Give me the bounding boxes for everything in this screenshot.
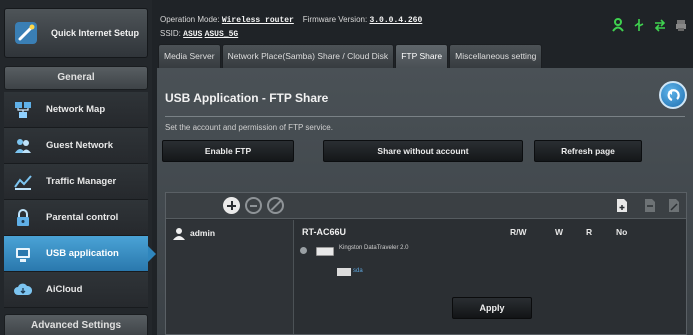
parental-control-icon bbox=[14, 208, 32, 227]
ssid-line: SSID: ASUS ASUS_5G bbox=[160, 29, 238, 39]
tab-network-place-share[interactable]: Network Place(Samba) Share / Cloud Disk bbox=[221, 44, 395, 68]
operation-mode-line: Operation Mode: Wireless router Firmware… bbox=[160, 15, 422, 25]
sidebar-item-guest-network[interactable]: Guest Network bbox=[4, 128, 148, 164]
delete-account-icon[interactable] bbox=[245, 197, 262, 214]
apply-button[interactable]: Apply bbox=[452, 297, 532, 319]
sidebar-item-traffic-manager[interactable]: Traffic Manager bbox=[4, 164, 148, 200]
ssid-2g-link[interactable]: ASUS bbox=[183, 30, 202, 39]
account-list: admin bbox=[166, 220, 294, 334]
usb-status-icon[interactable] bbox=[633, 18, 645, 32]
user-icon bbox=[173, 227, 185, 240]
account-permission-panel: admin RT-AC66U R/W W R No Kingston DataT… bbox=[165, 192, 687, 335]
add-folder-icon[interactable] bbox=[616, 198, 628, 213]
delete-folder-icon[interactable] bbox=[644, 198, 656, 213]
quick-setup-label: Quick Internet Setup bbox=[51, 27, 140, 38]
sidebar: Quick Internet Setup General Network Map bbox=[0, 0, 156, 335]
tab-bar: Media Server Network Place(Samba) Share … bbox=[158, 44, 543, 68]
aicloud-icon bbox=[14, 281, 33, 299]
sidebar-menu: Network Map Guest Network Traffic Manage… bbox=[4, 92, 156, 308]
sidebar-item-label: USB application bbox=[46, 248, 119, 259]
wand-icon bbox=[13, 20, 39, 46]
permission-header-w: W bbox=[555, 227, 564, 237]
tab-miscellaneous-setting[interactable]: Miscellaneous setting bbox=[449, 44, 543, 68]
usb-drive-icon bbox=[316, 247, 334, 256]
sidebar-item-label: Guest Network bbox=[46, 140, 114, 151]
printer-status-icon[interactable] bbox=[675, 18, 687, 32]
permission-header-rw: R/W bbox=[510, 227, 527, 237]
account-item-admin[interactable]: admin bbox=[166, 224, 293, 242]
permission-header-no: No bbox=[616, 227, 628, 237]
sidebar-item-label: Traffic Manager bbox=[46, 176, 117, 187]
ssid-label: SSID: bbox=[160, 29, 181, 38]
sidebar-item-label: AiCloud bbox=[46, 284, 83, 295]
page-title: USB Application - FTP Share bbox=[165, 91, 329, 105]
sidebar-item-aicloud[interactable]: AiCloud bbox=[4, 272, 148, 308]
usb-drive-label[interactable]: Kingston DataTraveler 2.0 bbox=[339, 245, 408, 251]
tree-expand-toggle[interactable] bbox=[300, 247, 307, 254]
tab-ftp-share[interactable]: FTP Share bbox=[395, 44, 449, 68]
sidebar-item-network-map[interactable]: Network Map bbox=[4, 92, 148, 128]
sidebar-item-label: Parental control bbox=[46, 212, 119, 223]
enable-ftp-button[interactable]: Enable FTP bbox=[162, 140, 294, 162]
advanced-settings-header: Advanced Settings bbox=[4, 314, 148, 335]
status-icons bbox=[612, 18, 687, 32]
page-description: Set the account and permission of FTP se… bbox=[165, 123, 333, 132]
account-name: admin bbox=[190, 228, 216, 238]
tab-media-server[interactable]: Media Server bbox=[158, 44, 221, 68]
sidebar-item-usb-application[interactable]: USB application bbox=[4, 236, 156, 272]
usb-application-icon bbox=[14, 245, 32, 263]
main-panel: USB Application - FTP Share Set the acco… bbox=[157, 68, 693, 335]
folder-icon bbox=[337, 268, 351, 276]
title-divider bbox=[165, 116, 685, 117]
operation-mode-link[interactable]: Wireless router bbox=[222, 16, 294, 25]
user-status-icon[interactable] bbox=[612, 18, 624, 32]
device-name: RT-AC66U bbox=[302, 227, 347, 237]
sidebar-item-parental-control[interactable]: Parental control bbox=[4, 200, 148, 236]
quick-internet-setup-button[interactable]: Quick Internet Setup bbox=[4, 8, 148, 58]
firmware-label: Firmware Version: bbox=[302, 15, 368, 24]
status-header: Operation Mode: Wireless router Firmware… bbox=[160, 12, 693, 42]
add-account-icon[interactable] bbox=[223, 197, 240, 214]
guest-network-icon bbox=[14, 137, 32, 155]
modify-account-icon[interactable] bbox=[267, 197, 284, 214]
sidebar-item-label: Network Map bbox=[46, 104, 106, 115]
folder-label[interactable]: sda bbox=[353, 268, 363, 274]
network-map-icon bbox=[14, 101, 32, 119]
share-without-account-button[interactable]: Share without account bbox=[323, 140, 523, 162]
permission-header-r: R bbox=[586, 227, 593, 237]
account-toolbar bbox=[166, 193, 686, 219]
ssid-5g-link[interactable]: ASUS_5G bbox=[205, 30, 239, 39]
firmware-version-link[interactable]: 3.0.0.4.260 bbox=[369, 16, 422, 25]
refresh-page-button[interactable]: Refresh page bbox=[534, 140, 642, 162]
modify-folder-icon[interactable] bbox=[668, 198, 680, 213]
operation-mode-label: Operation Mode: bbox=[160, 15, 220, 24]
general-section-header: General bbox=[4, 66, 148, 90]
network-status-icon[interactable] bbox=[654, 18, 666, 32]
traffic-manager-icon bbox=[14, 173, 32, 191]
back-arrow-icon bbox=[667, 89, 680, 102]
back-button[interactable] bbox=[659, 81, 687, 109]
